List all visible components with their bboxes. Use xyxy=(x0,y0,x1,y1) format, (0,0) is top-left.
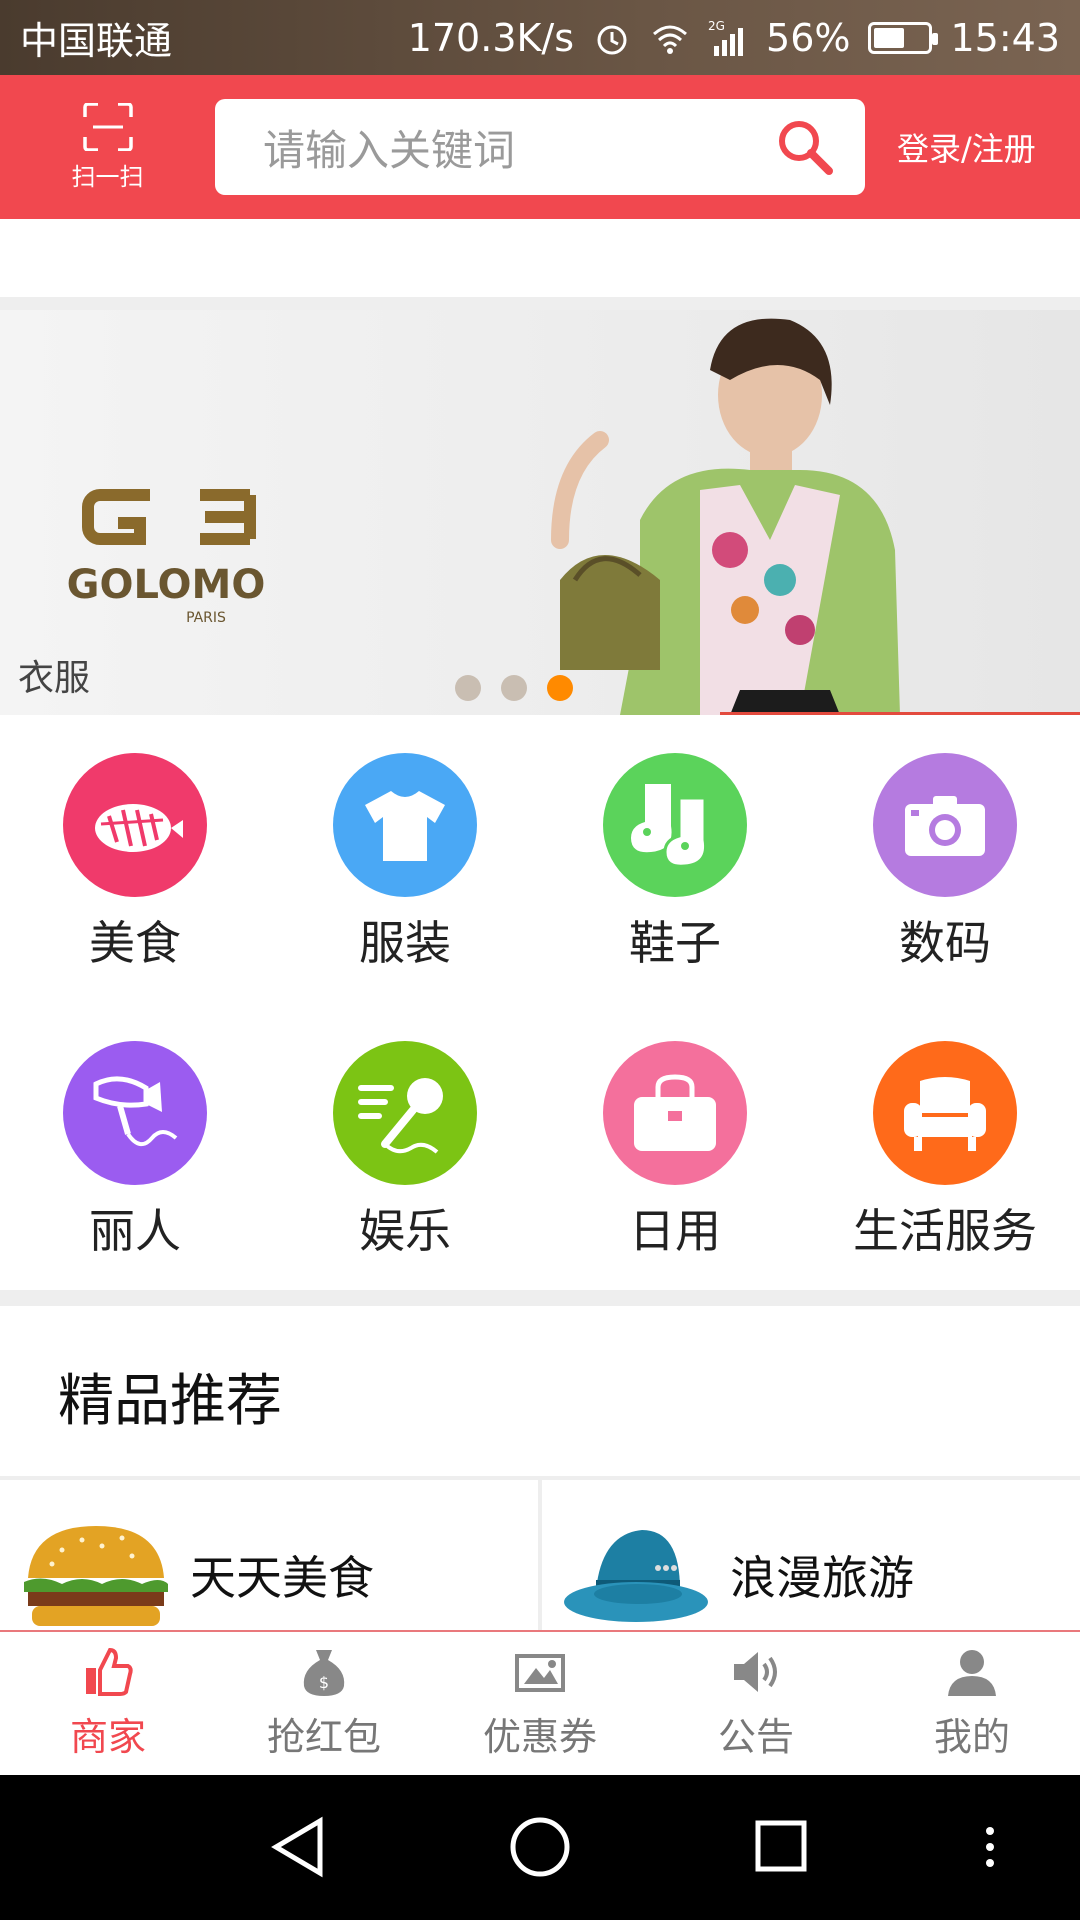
wifi-icon xyxy=(653,25,688,54)
category-digital[interactable]: 数码 xyxy=(810,753,1080,973)
search-icon[interactable] xyxy=(775,117,835,177)
brand-sub: PARIS xyxy=(186,610,226,626)
carousel-dots xyxy=(455,675,573,701)
category-label: 生活服务 xyxy=(853,1204,1037,1258)
more-icon[interactable] xyxy=(986,1827,994,1867)
recommend-item-label: 天天美食 xyxy=(190,1551,374,1605)
socks-icon xyxy=(603,753,747,897)
tab-announcements[interactable]: 公告 xyxy=(648,1632,864,1775)
brand-name: GOLOMO xyxy=(67,562,266,608)
handbag-icon xyxy=(603,1041,747,1185)
category-life-service[interactable]: 生活服务 xyxy=(810,1041,1080,1261)
category-label: 美食 xyxy=(89,916,181,970)
network-type: 2G xyxy=(708,19,725,33)
recommend-item-travel[interactable]: 浪漫旅游 xyxy=(562,1520,914,1630)
user-icon xyxy=(948,1650,996,1696)
microphone-icon xyxy=(333,1041,477,1185)
scan-icon xyxy=(82,102,133,151)
home-icon[interactable] xyxy=(510,1817,570,1877)
banner-carousel[interactable]: GOLOMO PARIS 衣服 xyxy=(0,310,1080,715)
search-placeholder: 请输入关键词 xyxy=(263,125,516,175)
category-label: 日用 xyxy=(629,1204,721,1258)
login-register-link[interactable]: 登录/注册 xyxy=(897,124,1036,170)
recommend-item-food[interactable]: 天天美食 xyxy=(22,1520,374,1630)
tab-red-packet[interactable]: $ 抢红包 xyxy=(216,1632,432,1775)
sofa-icon xyxy=(873,1041,1017,1185)
bottom-tab-bar: 商家 $ 抢红包 优惠券 公告 我的 xyxy=(0,1630,1080,1775)
category-daily[interactable]: 日用 xyxy=(540,1041,810,1261)
recents-icon[interactable] xyxy=(755,1820,807,1872)
recommend-item-label: 浪漫旅游 xyxy=(730,1551,914,1605)
back-icon[interactable] xyxy=(271,1816,323,1878)
recommend-header: 精品推荐 xyxy=(0,1306,1080,1476)
system-nav-bar xyxy=(0,1775,1080,1920)
category-food[interactable]: 美食 xyxy=(0,753,270,973)
thumbs-up-icon xyxy=(86,1647,133,1696)
signal-icon: 2G xyxy=(708,19,744,56)
section-divider xyxy=(0,1290,1080,1306)
category-label: 鞋子 xyxy=(629,916,721,970)
money-bag-icon: $ xyxy=(303,1650,345,1696)
top-header: 扫一扫 请输入关键词 登录/注册 xyxy=(0,75,1080,219)
spacer xyxy=(0,219,1080,297)
tab-label: 优惠券 xyxy=(482,1715,597,1759)
banner-caption: 衣服 xyxy=(18,658,91,699)
battery-percent: 56% xyxy=(766,15,851,60)
category-shoes[interactable]: 鞋子 xyxy=(540,753,810,973)
section-title: 精品推荐 xyxy=(58,1369,282,1434)
divider xyxy=(538,1480,542,1630)
speaker-icon xyxy=(734,1652,777,1692)
camera-icon xyxy=(873,753,1017,897)
tab-mine[interactable]: 我的 xyxy=(864,1632,1080,1775)
carousel-dot-active[interactable] xyxy=(547,675,573,701)
hat-icon xyxy=(564,1530,708,1622)
burger-icon xyxy=(24,1526,168,1626)
hair-dryer-icon xyxy=(63,1041,207,1185)
tab-label: 我的 xyxy=(933,1715,1010,1759)
battery-icon xyxy=(868,21,939,54)
category-label: 服装 xyxy=(359,916,451,970)
search-input[interactable]: 请输入关键词 xyxy=(215,99,865,195)
coupon-icon xyxy=(515,1654,565,1692)
category-label: 娱乐 xyxy=(359,1204,451,1258)
tab-label: 商家 xyxy=(69,1715,146,1759)
tab-merchants[interactable]: 商家 xyxy=(0,1632,216,1775)
tab-label: 抢红包 xyxy=(266,1715,381,1759)
carrier-label: 中国联通 xyxy=(20,19,173,63)
shirt-icon xyxy=(333,753,477,897)
scan-label: 扫一扫 xyxy=(71,162,144,191)
carousel-dot[interactable] xyxy=(455,675,481,701)
tab-label: 公告 xyxy=(717,1715,794,1759)
divider xyxy=(0,297,1080,310)
food-icon xyxy=(63,753,207,897)
category-clothing[interactable]: 服装 xyxy=(270,753,540,973)
category-beauty[interactable]: 丽人 xyxy=(0,1041,270,1261)
category-label: 丽人 xyxy=(89,1204,181,1258)
scan-button[interactable]: 扫一扫 xyxy=(0,102,215,192)
status-bar: 中国联通 170.3K/s 2G 56% 15:43 xyxy=(0,0,1080,75)
alarm-icon xyxy=(597,25,627,54)
network-speed: 170.3K/s xyxy=(407,15,575,60)
category-label: 数码 xyxy=(899,916,991,970)
tab-coupons[interactable]: 优惠券 xyxy=(432,1632,648,1775)
category-entertainment[interactable]: 娱乐 xyxy=(270,1041,540,1261)
carousel-dot[interactable] xyxy=(501,675,527,701)
category-grid: 美食 服装 鞋子 数码 丽人 娱乐 日用 生活服务 xyxy=(0,715,1080,1290)
svg-text:$: $ xyxy=(319,1673,329,1692)
model-figure xyxy=(551,318,900,715)
clock: 15:43 xyxy=(950,15,1060,60)
golomo-logo: GOLOMO PARIS xyxy=(67,489,266,626)
banner-image: GOLOMO PARIS xyxy=(67,318,900,715)
